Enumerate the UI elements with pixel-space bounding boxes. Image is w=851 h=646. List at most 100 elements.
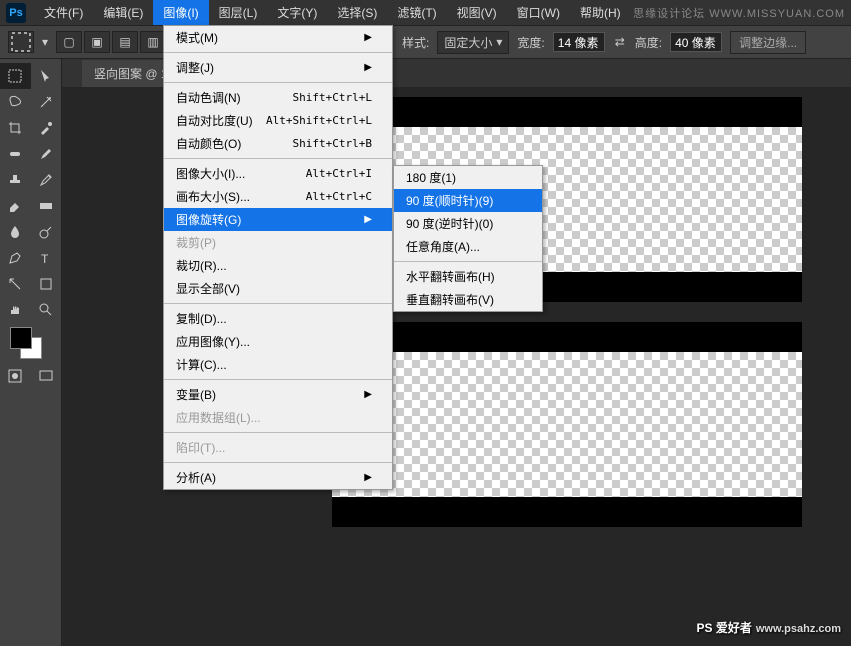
menu-item-label: 计算(C)...: [176, 356, 227, 373]
lasso-tool[interactable]: [0, 89, 31, 115]
canvas-black-top: [332, 322, 802, 352]
selection-subtract-icon[interactable]: ▤: [112, 31, 138, 53]
crop-tool[interactable]: [0, 115, 31, 141]
height-input[interactable]: [670, 32, 722, 52]
menu-item-label: 自动对比度(U): [176, 112, 253, 129]
rotate-submenu-item[interactable]: 90 度(逆时针)(0): [394, 212, 542, 235]
menu-file[interactable]: 文件(F): [34, 0, 93, 25]
image-menu-item[interactable]: 计算(C)...: [164, 353, 392, 376]
selection-add-icon[interactable]: ▣: [84, 31, 110, 53]
eyedropper-tool[interactable]: [31, 115, 62, 141]
image-menu-item[interactable]: 图像大小(I)... Alt+Ctrl+I: [164, 162, 392, 185]
chevron-down-icon: ▾: [496, 35, 502, 49]
menu-help[interactable]: 帮助(H): [570, 0, 631, 25]
tools-panel: T: [0, 59, 62, 646]
menu-edit[interactable]: 编辑(E): [93, 0, 153, 25]
menu-image[interactable]: 图像(I): [153, 0, 208, 25]
menu-window[interactable]: 窗口(W): [507, 0, 570, 25]
refine-edge-button[interactable]: 调整边缘...: [730, 31, 806, 54]
image-menu-item: 陷印(T)...: [164, 436, 392, 459]
width-label: 宽度:: [517, 34, 544, 51]
fg-color-swatch[interactable]: [10, 327, 32, 349]
path-tool[interactable]: [0, 271, 31, 297]
menu-item-label: 自动色调(N): [176, 89, 241, 106]
chevron-down-icon[interactable]: ▾: [42, 35, 48, 49]
blur-tool[interactable]: [0, 219, 31, 245]
image-menu-item[interactable]: 自动色调(N)Shift+Ctrl+L: [164, 86, 392, 109]
rotate-submenu-item[interactable]: 90 度(顺时针)(9): [394, 189, 542, 212]
image-menu-item[interactable]: 显示全部(V): [164, 277, 392, 300]
menu-shortcut: Alt+Ctrl+I: [306, 167, 372, 180]
image-menu-item[interactable]: 调整(J)▶: [164, 56, 392, 79]
image-menu-item[interactable]: 图像旋转(G)▶: [164, 208, 392, 231]
move-tool[interactable]: [31, 63, 62, 89]
image-menu-item[interactable]: 模式(M)▶: [164, 26, 392, 49]
image-menu-item[interactable]: 分析(A)▶: [164, 466, 392, 489]
watermark: PS 爱好者 www.psahz.com: [696, 619, 841, 636]
menu-separator: [164, 432, 392, 433]
hand-tool[interactable]: [0, 297, 31, 323]
brush-tool[interactable]: [31, 141, 62, 167]
menu-separator: [164, 52, 392, 53]
menu-item-label: 任意角度(A)...: [406, 238, 480, 255]
menu-item-label: 陷印(T)...: [176, 439, 225, 456]
rotate-submenu-item[interactable]: 180 度(1): [394, 166, 542, 189]
height-label: 高度:: [635, 34, 662, 51]
quickmask-tool[interactable]: [0, 363, 31, 389]
dodge-tool[interactable]: [31, 219, 62, 245]
menu-item-label: 调整(J): [176, 59, 214, 76]
menu-filter[interactable]: 滤镜(T): [387, 0, 446, 25]
menu-type[interactable]: 文字(Y): [267, 0, 327, 25]
submenu-arrow-icon: ▶: [364, 32, 372, 43]
image-menu-item[interactable]: 复制(D)...: [164, 307, 392, 330]
shape-tool[interactable]: [31, 271, 62, 297]
image-menu-item[interactable]: 裁切(R)...: [164, 254, 392, 277]
image-rotate-submenu: 180 度(1) 90 度(顺时针)(9) 90 度(逆时针)(0) 任意角度(A).…: [393, 165, 543, 312]
eraser-tool[interactable]: [0, 193, 31, 219]
gradient-tool[interactable]: [31, 193, 62, 219]
history-brush-tool[interactable]: [31, 167, 62, 193]
swap-icon[interactable]: ⇄: [613, 35, 627, 49]
image-menu-item[interactable]: 应用图像(Y)...: [164, 330, 392, 353]
app-logo: Ps: [6, 3, 26, 23]
rotate-submenu-item[interactable]: 水平翻转画布(H): [394, 265, 542, 288]
image-menu-item: 应用数据组(L)...: [164, 406, 392, 429]
menu-item-label: 复制(D)...: [176, 310, 227, 327]
menu-layer[interactable]: 图层(L): [209, 0, 268, 25]
image-menu-item[interactable]: 自动颜色(O) Shift+Ctrl+B: [164, 132, 392, 155]
menu-item-label: 90 度(顺时针)(9): [406, 192, 493, 209]
menubar: Ps 文件(F) 编辑(E) 图像(I) 图层(L) 文字(Y) 选择(S) 滤…: [0, 0, 851, 25]
menu-item-label: 自动颜色(O): [176, 135, 241, 152]
marquee-tool[interactable]: [0, 63, 31, 89]
canvas-document-2[interactable]: [332, 322, 802, 527]
svg-text:T: T: [41, 252, 49, 266]
image-menu-dropdown: 模式(M)▶调整(J)▶自动色调(N)Shift+Ctrl+L自动对比度(U)A…: [163, 25, 393, 490]
rotate-submenu-item[interactable]: 垂直翻转画布(V): [394, 288, 542, 311]
image-menu-item[interactable]: 画布大小(S)... Alt+Ctrl+C: [164, 185, 392, 208]
healing-tool[interactable]: [0, 141, 31, 167]
screenmode-tool[interactable]: [31, 363, 62, 389]
text-tool[interactable]: T: [31, 245, 62, 271]
menu-select[interactable]: 选择(S): [327, 0, 387, 25]
menu-item-label: 图像大小(I)...: [176, 165, 245, 182]
style-select[interactable]: 固定大小▾: [437, 31, 509, 54]
canvas-transparent: [332, 352, 802, 497]
pen-tool[interactable]: [0, 245, 31, 271]
menu-shortcut: Shift+Ctrl+B: [293, 137, 372, 150]
stamp-tool[interactable]: [0, 167, 31, 193]
menu-shortcut: Alt+Ctrl+C: [306, 190, 372, 203]
canvas-black-top: [332, 97, 802, 127]
zoom-tool[interactable]: [31, 297, 62, 323]
menu-item-label: 画布大小(S)...: [176, 188, 250, 205]
menu-separator: [164, 303, 392, 304]
image-menu-item[interactable]: 变量(B)▶: [164, 383, 392, 406]
brand-text: 思缘设计论坛 WWW.MISSYUAN.COM: [633, 5, 845, 21]
selection-new-icon[interactable]: ▢: [56, 31, 82, 53]
marquee-tool-icon[interactable]: [8, 31, 34, 53]
menu-view[interactable]: 视图(V): [447, 0, 507, 25]
wand-tool[interactable]: [31, 89, 62, 115]
image-menu-item[interactable]: 自动对比度(U)Alt+Shift+Ctrl+L: [164, 109, 392, 132]
rotate-submenu-item[interactable]: 任意角度(A)...: [394, 235, 542, 258]
width-input[interactable]: [553, 32, 605, 52]
menu-item-label: 180 度(1): [406, 169, 456, 186]
